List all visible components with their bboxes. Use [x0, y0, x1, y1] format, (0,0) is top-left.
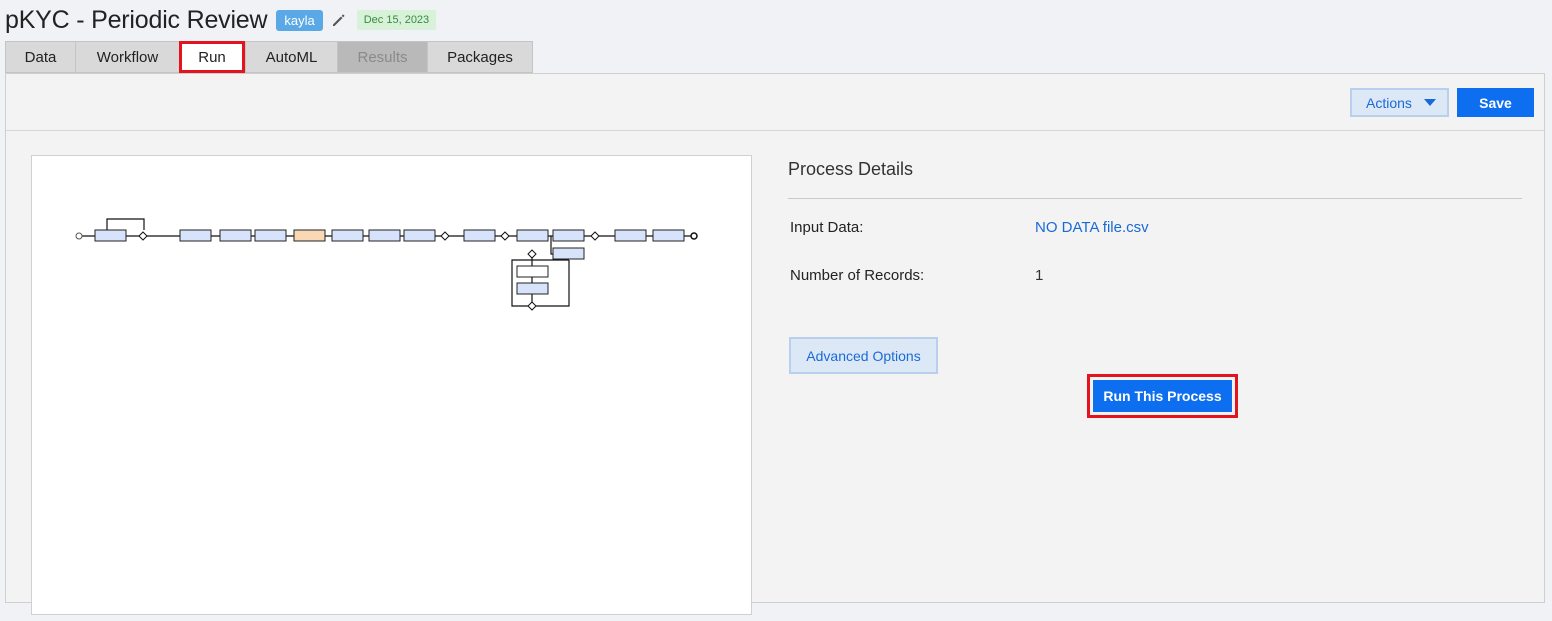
user-badge: kayla [276, 9, 323, 31]
workflow-diagram[interactable] [31, 155, 752, 615]
run-process-button[interactable]: Run This Process [1093, 380, 1232, 412]
page-header: pKYC - Periodic Review kayla Dec 15, 202… [5, 4, 437, 36]
divider [788, 198, 1522, 199]
page-title: pKYC - Periodic Review [5, 5, 268, 34]
toolbar: Actions Save [6, 74, 1544, 131]
pencil-icon[interactable] [331, 12, 347, 28]
tab-data[interactable]: Data [5, 41, 75, 73]
tab-run[interactable]: Run [179, 41, 245, 73]
workflow-diagram-graphic [75, 218, 698, 311]
run-process-highlight: Run This Process [1087, 374, 1238, 418]
tab-bar: Data Workflow Run AutoML Results Package… [5, 41, 533, 73]
tab-packages[interactable]: Packages [427, 41, 533, 73]
actions-dropdown-button[interactable]: Actions [1350, 88, 1449, 117]
date-badge: Dec 15, 2023 [356, 10, 437, 30]
tab-automl[interactable]: AutoML [245, 41, 337, 73]
caret-down-icon [1424, 99, 1436, 106]
tab-results: Results [337, 41, 427, 73]
run-panel: Actions Save Process Details Input Data:… [5, 73, 1545, 615]
input-data-link[interactable]: NO DATA file.csv [1035, 219, 1149, 236]
process-details-title: Process Details [788, 159, 914, 179]
advanced-options-button[interactable]: Advanced Options [789, 337, 938, 374]
process-details: Process Details Input Data: NO DATA file… [788, 155, 1522, 418]
actions-label: Actions [1366, 94, 1412, 111]
records-label: Number of Records: [790, 267, 925, 284]
records-value: 1 [1035, 267, 1044, 284]
input-data-label: Input Data: [790, 219, 864, 236]
tab-workflow[interactable]: Workflow [75, 41, 179, 73]
save-button[interactable]: Save [1457, 88, 1534, 117]
